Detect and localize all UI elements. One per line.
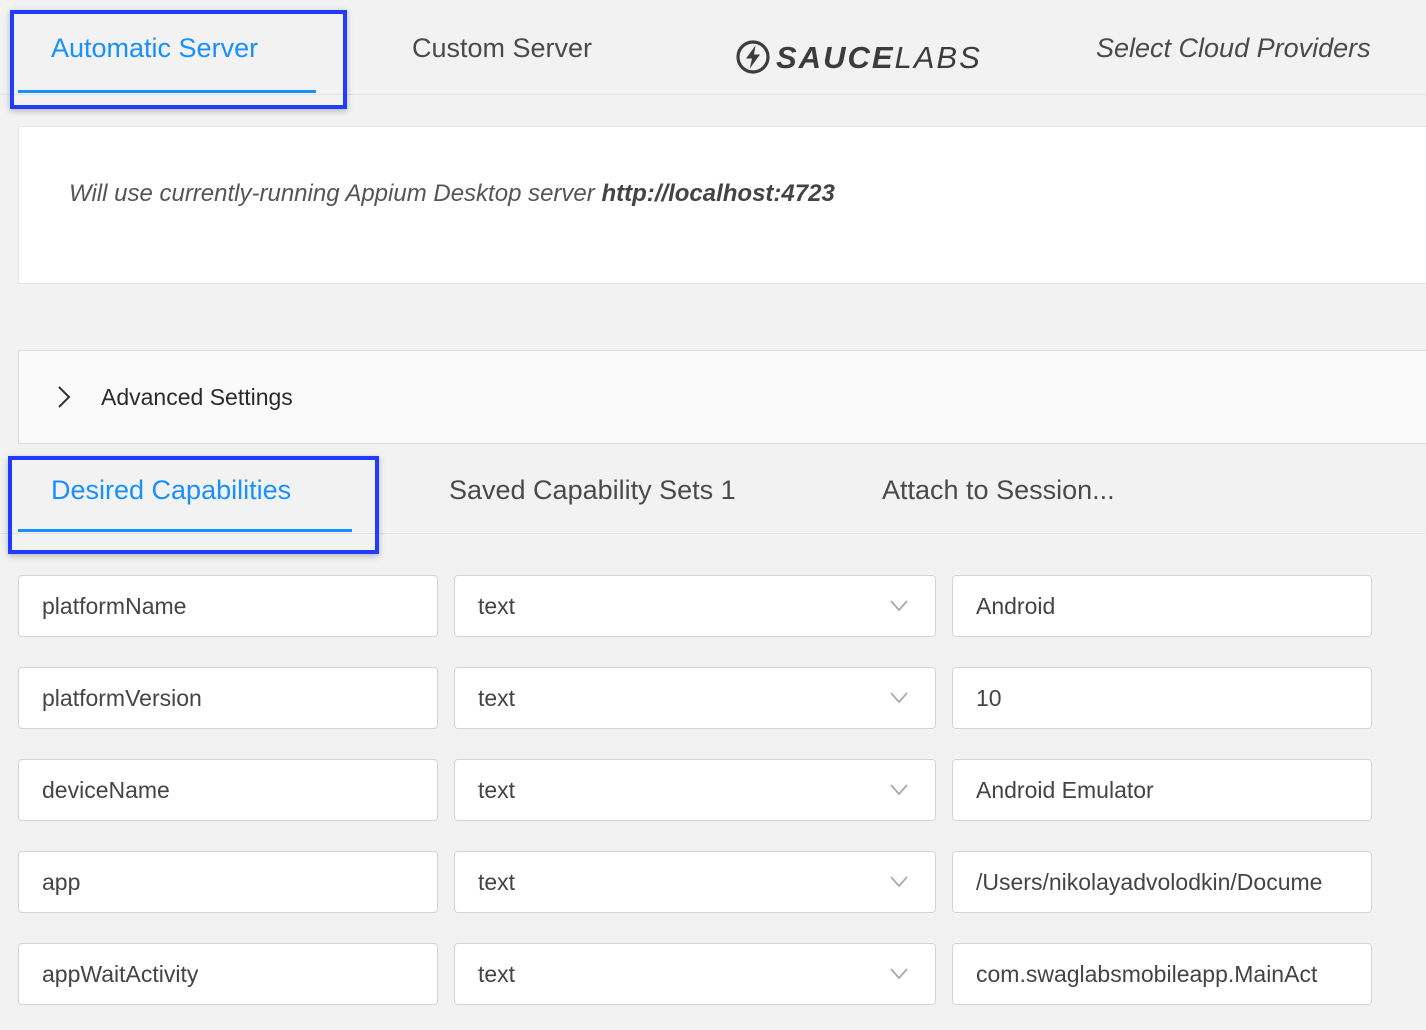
desired-capabilities-tab-underline (18, 529, 352, 532)
capability-type-value: text (478, 593, 516, 619)
chevron-down-icon (890, 600, 908, 612)
capability-type-value: text (478, 777, 516, 803)
chevron-right-icon (58, 386, 71, 408)
capability-name-input[interactable]: platformVersion (18, 667, 438, 729)
capability-type-select[interactable]: text (454, 943, 936, 1005)
capability-type-value: text (478, 961, 516, 987)
capability-value-input[interactable]: 10 (952, 667, 1372, 729)
capability-value-input[interactable]: com.swaglabsmobileapp.MainAct (952, 943, 1372, 1005)
advanced-settings-collapse[interactable]: Advanced Settings (18, 350, 1426, 444)
capability-value-input[interactable]: Android Emulator (952, 759, 1372, 821)
capability-type-select[interactable]: text (454, 851, 936, 913)
capability-type-select[interactable]: text (454, 575, 936, 637)
chevron-down-icon (890, 968, 908, 980)
capability-value-input[interactable]: Android (952, 575, 1372, 637)
capability-name-input[interactable]: appWaitActivity (18, 943, 438, 1005)
server-info-prefix: Will use currently-running Appium Deskto… (69, 180, 602, 207)
chevron-down-icon (890, 692, 908, 704)
tab-sauce-labs[interactable]: SAUCELABS (736, 40, 982, 74)
chevron-down-icon (890, 784, 908, 796)
tab-select-cloud-providers[interactable]: Select Cloud Providers (1096, 33, 1371, 64)
capability-row: platformVersion text 10 (18, 667, 1378, 731)
server-url: http://localhost:4723 (601, 180, 835, 207)
tab-desired-capabilities[interactable]: Desired Capabilities (51, 475, 291, 506)
tab-saved-capability-sets[interactable]: Saved Capability Sets 1 (449, 475, 736, 506)
sauce-labs-logo-text: SAUCELABS (776, 39, 982, 75)
server-info-text: Will use currently-running Appium Deskto… (69, 180, 835, 208)
capability-value-input[interactable]: /Users/nikolayadvolodkin/Docume (952, 851, 1372, 913)
capability-type-value: text (478, 685, 516, 711)
capability-type-select[interactable]: text (454, 667, 936, 729)
capability-row: appWaitActivity text com.swaglabsmobilea… (18, 943, 1378, 1007)
capability-type-value: text (478, 869, 516, 895)
tab-automatic-server[interactable]: Automatic Server (51, 33, 258, 64)
chevron-down-icon (890, 876, 908, 888)
automatic-server-tab-underline (18, 90, 316, 93)
advanced-settings-label: Advanced Settings (101, 384, 293, 410)
capability-row: platformName text Android (18, 575, 1378, 639)
capability-tab-bar: Desired Capabilities Saved Capability Se… (0, 455, 1426, 534)
capability-row: app text /Users/nikolayadvolodkin/Docume (18, 851, 1378, 915)
capability-name-input[interactable]: app (18, 851, 438, 913)
capability-row: deviceName text Android Emulator (18, 759, 1378, 823)
tab-attach-to-session[interactable]: Attach to Session... (882, 475, 1115, 506)
capability-name-input[interactable]: deviceName (18, 759, 438, 821)
sauce-labs-bolt-icon (736, 40, 770, 74)
capability-name-input[interactable]: platformName (18, 575, 438, 637)
server-tab-bar: Automatic Server Custom Server SAUCELABS… (0, 0, 1426, 95)
tab-custom-server[interactable]: Custom Server (412, 33, 592, 64)
capability-type-select[interactable]: text (454, 759, 936, 821)
server-info-panel: Will use currently-running Appium Deskto… (18, 126, 1426, 284)
